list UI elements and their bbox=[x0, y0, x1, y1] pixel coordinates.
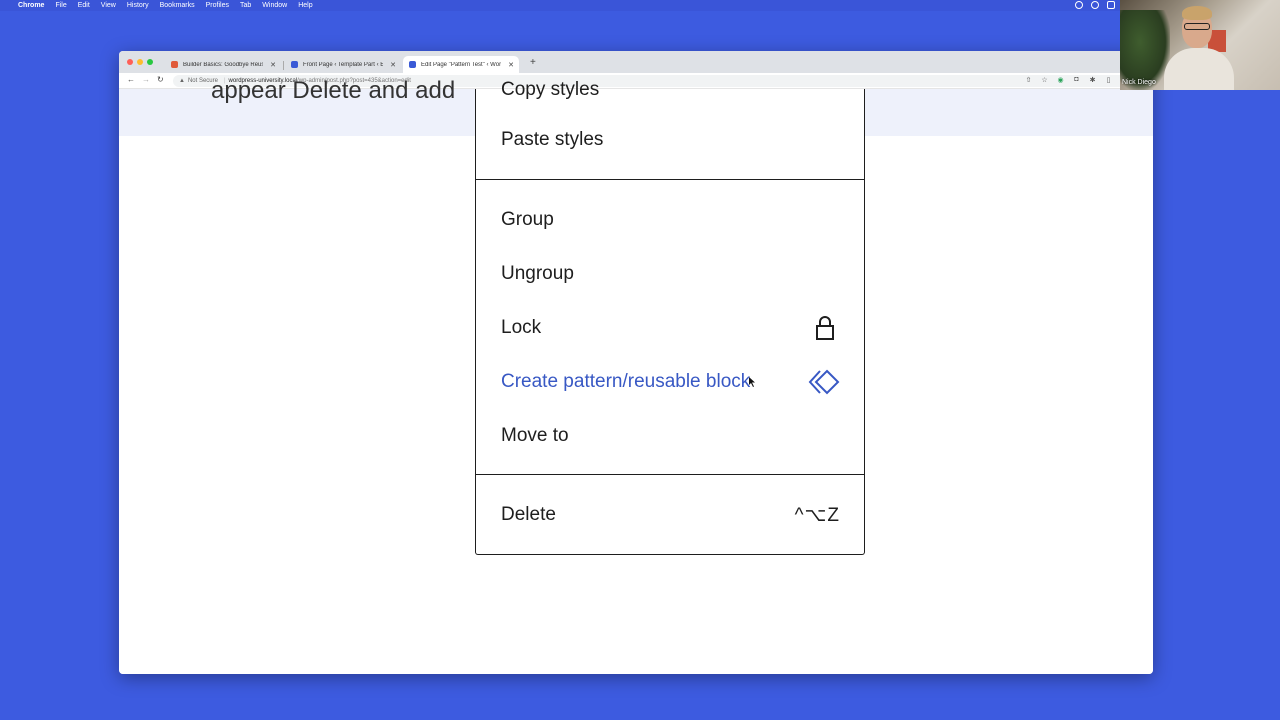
toolbar-icons: ⇧ ☆ ◉ ◘ ✱ ▯ bbox=[1024, 76, 1113, 84]
menu-tab[interactable]: Tab bbox=[240, 2, 251, 9]
menu-item-lock[interactable]: Lock bbox=[476, 301, 864, 355]
menu-item-delete[interactable]: Delete ^⌥Z bbox=[476, 488, 864, 542]
camera-extension-icon[interactable]: ◘ bbox=[1072, 76, 1081, 84]
menu-file[interactable]: File bbox=[55, 2, 66, 9]
tab-separator bbox=[283, 61, 284, 70]
window-controls bbox=[127, 59, 153, 65]
menu-item-group[interactable]: Group bbox=[476, 193, 864, 247]
wordpress-favicon-icon bbox=[291, 61, 298, 68]
menu-app-name[interactable]: Chrome bbox=[18, 2, 44, 9]
menu-item-move-to[interactable]: Move to bbox=[476, 409, 864, 463]
background-plant bbox=[1120, 10, 1170, 90]
menu-profiles[interactable]: Profiles bbox=[206, 2, 229, 9]
block-options-menu: Copy styles Paste styles Group Ungroup L… bbox=[475, 79, 865, 555]
keyboard-shortcut: ^⌥Z bbox=[794, 504, 840, 526]
menu-help[interactable]: Help bbox=[298, 2, 312, 9]
menu-item-label: Move to bbox=[501, 425, 569, 446]
tab-front-page[interactable]: Front Page ‹ Template Part ‹ E ✕ bbox=[285, 56, 401, 73]
grammarly-extension-icon[interactable]: ◉ bbox=[1056, 76, 1065, 84]
menu-item-label: Create pattern/reusable block bbox=[501, 371, 751, 392]
minimize-window-button[interactable] bbox=[137, 59, 143, 65]
presenter-name: Nick Diego bbox=[1122, 79, 1156, 86]
tab-builder-basics[interactable]: Builder Basics: Goodbye Reus ✕ bbox=[165, 56, 281, 73]
browser-window: Builder Basics: Goodbye Reus ✕ Front Pag… bbox=[119, 51, 1153, 674]
menu-history[interactable]: History bbox=[127, 2, 149, 9]
menu-view[interactable]: View bbox=[101, 2, 116, 9]
presenter-hair bbox=[1182, 6, 1212, 20]
status-circle-icon[interactable] bbox=[1075, 1, 1083, 9]
menu-item-paste-styles[interactable]: Paste styles bbox=[476, 113, 864, 167]
menu-item-label: Paste styles bbox=[501, 129, 604, 150]
menu-item-copy-styles[interactable]: Copy styles bbox=[476, 63, 864, 117]
tab-title: Builder Basics: Goodbye Reus bbox=[183, 61, 263, 68]
forward-arrow-icon[interactable]: → bbox=[142, 75, 150, 84]
menu-item-ungroup[interactable]: Ungroup bbox=[476, 247, 864, 301]
webcam-overlay: Nick Diego bbox=[1120, 0, 1280, 90]
menu-item-label: Lock bbox=[501, 317, 542, 338]
menu-item-label: Copy styles bbox=[501, 79, 600, 100]
menu-group-actions: Group Ungroup Lock Create pattern/reusab… bbox=[476, 180, 864, 475]
tab-favicon-icon bbox=[171, 61, 178, 68]
lock-icon bbox=[816, 316, 834, 340]
tab-close-icon[interactable]: ✕ bbox=[390, 61, 396, 69]
presenter-glasses bbox=[1184, 23, 1210, 30]
grammarly-icon[interactable] bbox=[1091, 1, 1099, 9]
warning-icon[interactable]: ▲ bbox=[179, 78, 185, 84]
sidebar-toggle-icon[interactable]: ▯ bbox=[1104, 76, 1113, 84]
share-icon[interactable]: ⇧ bbox=[1024, 76, 1033, 84]
menu-edit[interactable]: Edit bbox=[78, 2, 90, 9]
status-window-icon[interactable] bbox=[1107, 1, 1115, 9]
menu-group-delete: Delete ^⌥Z bbox=[476, 475, 864, 555]
menu-item-label: Group bbox=[501, 209, 554, 230]
maximize-window-button[interactable] bbox=[147, 59, 153, 65]
presenter-body bbox=[1164, 48, 1234, 90]
tab-title: Front Page ‹ Template Part ‹ E bbox=[303, 61, 383, 68]
tab-close-icon[interactable]: ✕ bbox=[270, 61, 276, 69]
back-arrow-icon[interactable]: ← bbox=[127, 75, 135, 84]
wordpress-favicon-icon bbox=[409, 61, 416, 68]
menubar-status-icons bbox=[1075, 1, 1115, 9]
menu-window[interactable]: Window bbox=[262, 2, 287, 9]
reload-icon[interactable]: ↻ bbox=[157, 75, 164, 84]
bookmark-star-icon[interactable]: ☆ bbox=[1040, 76, 1049, 84]
mouse-cursor-icon bbox=[749, 377, 755, 387]
diamond-icon bbox=[808, 369, 840, 395]
extensions-puzzle-icon[interactable]: ✱ bbox=[1088, 76, 1097, 84]
editor-canvas: appear Delete and add Copy styles Paste … bbox=[119, 77, 1153, 674]
menu-item-label: Ungroup bbox=[501, 263, 574, 284]
menu-group-styles: Copy styles Paste styles bbox=[476, 79, 864, 180]
menu-item-label: Delete bbox=[501, 504, 556, 525]
close-window-button[interactable] bbox=[127, 59, 133, 65]
macos-menu-bar: Chrome File Edit View History Bookmarks … bbox=[0, 0, 1280, 11]
block-text: appear Delete and add bbox=[211, 77, 456, 104]
menu-item-create-pattern[interactable]: Create pattern/reusable block bbox=[476, 355, 864, 409]
menu-bookmarks[interactable]: Bookmarks bbox=[160, 2, 195, 9]
